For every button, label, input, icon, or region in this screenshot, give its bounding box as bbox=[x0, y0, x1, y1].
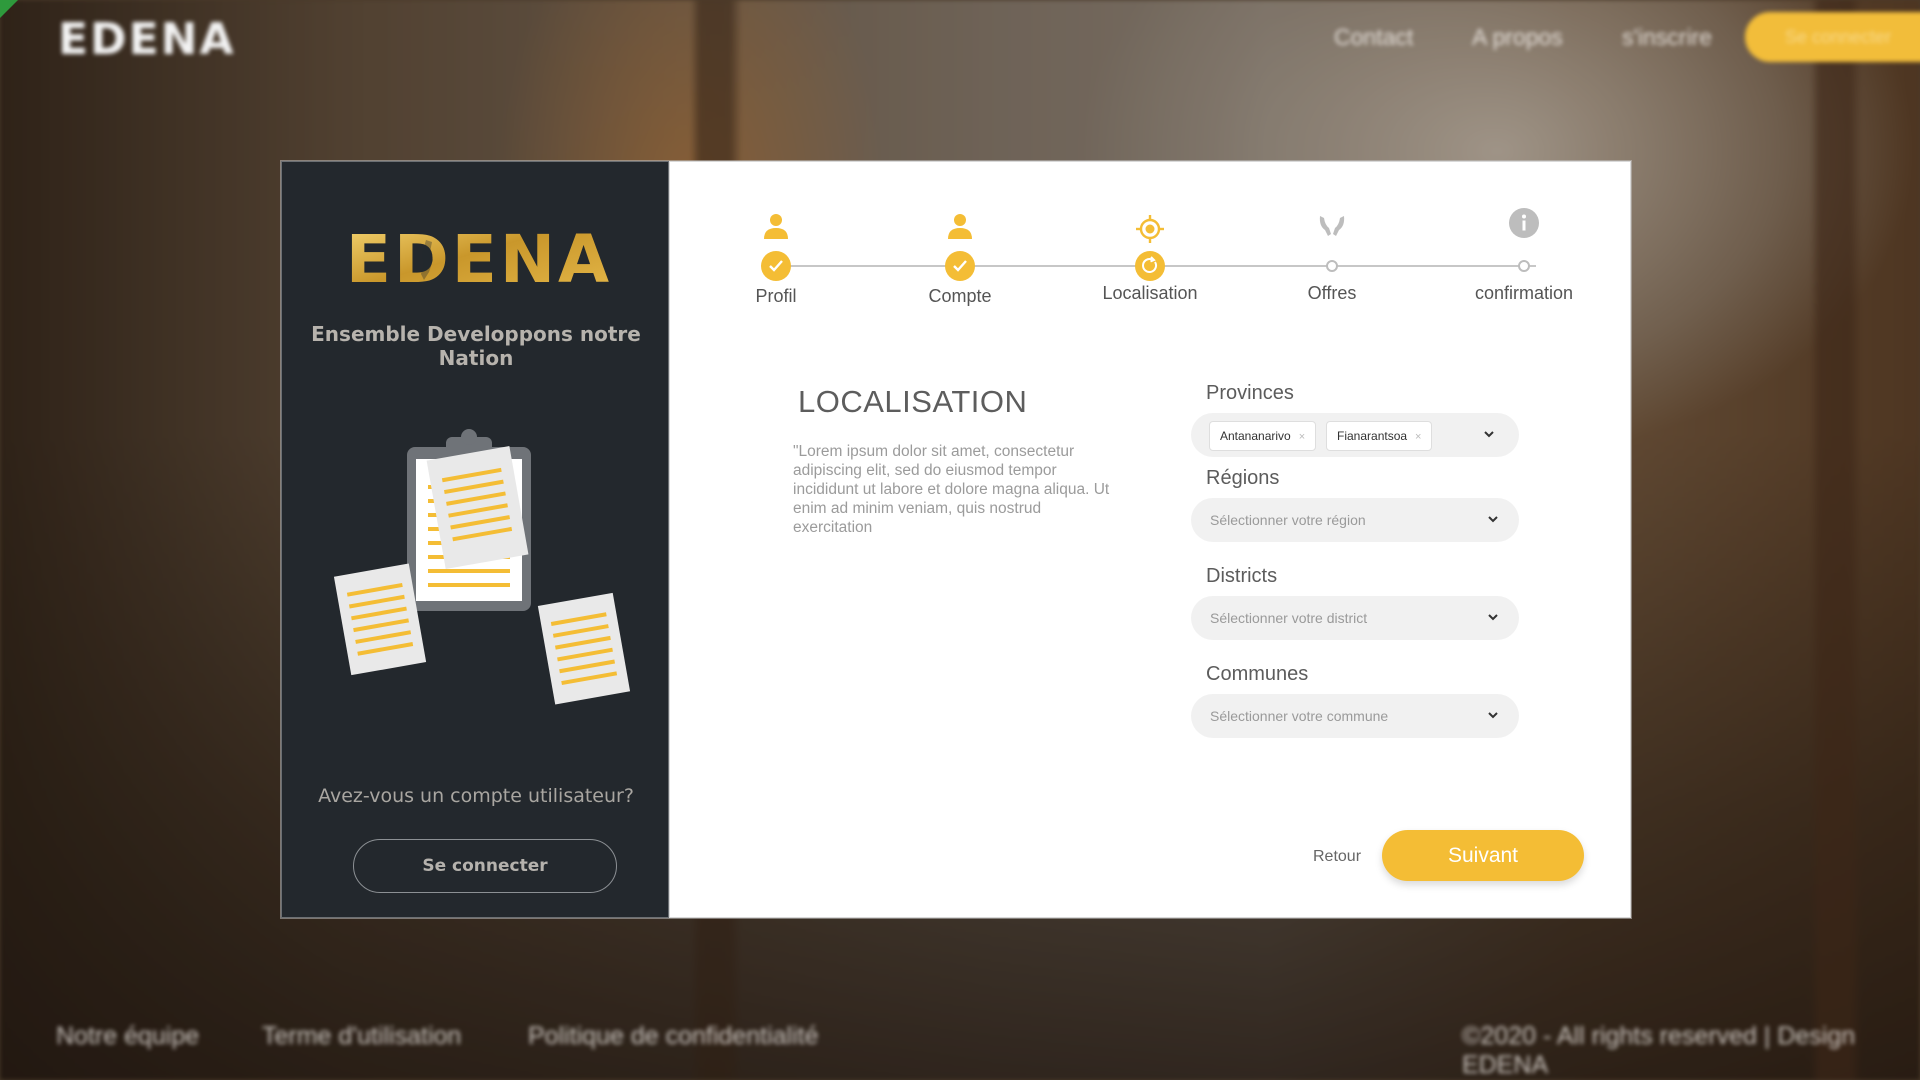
chevron-down-icon[interactable] bbox=[1483, 428, 1495, 440]
info-icon bbox=[1509, 208, 1539, 238]
districts-label: Districts bbox=[1206, 565, 1278, 587]
step-todo-dot bbox=[1326, 260, 1338, 272]
tagline: Ensemble Developpons notre Nation bbox=[311, 322, 641, 370]
background-logo: EDENA bbox=[58, 14, 236, 65]
chevron-down-icon[interactable] bbox=[1487, 709, 1499, 721]
step-label: Offres bbox=[1307, 283, 1357, 303]
location-target-icon bbox=[1136, 215, 1164, 243]
refresh-icon bbox=[1142, 256, 1158, 273]
nav-login-button: Se connecter bbox=[1745, 12, 1920, 62]
regions-select[interactable]: Sélectionner votre région bbox=[1191, 498, 1519, 542]
chevron-down-icon[interactable] bbox=[1487, 611, 1499, 623]
chip-label: Antananarivo bbox=[1220, 429, 1291, 443]
left-panel: EDENA Ensemble Developpons notre Nation bbox=[281, 161, 669, 918]
step-current-dot bbox=[1135, 251, 1165, 281]
background-footer: Notre équipe Terme d'utilisation Politiq… bbox=[0, 1016, 1920, 1079]
edena-logo: EDENA bbox=[346, 228, 612, 290]
svg-text:EDENA: EDENA bbox=[346, 228, 612, 290]
step-label: confirmation bbox=[1474, 283, 1574, 303]
check-icon bbox=[953, 260, 967, 272]
background-navbar: EDENA Contact A propos s'inscrire Se con… bbox=[0, 0, 1920, 74]
hands-icon bbox=[1319, 216, 1345, 236]
login-button[interactable]: Se connecter bbox=[353, 839, 617, 893]
nav-contact: Contact bbox=[1334, 24, 1414, 50]
user-icon bbox=[948, 214, 972, 239]
regions-placeholder: Sélectionner votre région bbox=[1210, 512, 1366, 528]
districts-select[interactable]: Sélectionner votre district bbox=[1191, 596, 1519, 640]
footer-team: Notre équipe bbox=[56, 1022, 200, 1050]
communes-label: Communes bbox=[1206, 663, 1309, 685]
nav-sinscrire: s'inscrire bbox=[1622, 24, 1713, 50]
communes-placeholder: Sélectionner votre commune bbox=[1210, 708, 1389, 724]
districts-placeholder: Sélectionner votre district bbox=[1210, 610, 1368, 626]
registration-modal: EDENA Ensemble Developpons notre Nation bbox=[281, 161, 1631, 918]
section-title: LOCALISATION bbox=[798, 384, 1028, 419]
back-button[interactable]: Retour bbox=[1313, 848, 1361, 866]
step-label: Localisation bbox=[1102, 283, 1198, 303]
footer-terms: Terme d'utilisation bbox=[262, 1022, 462, 1050]
check-icon bbox=[769, 260, 783, 272]
communes-select[interactable]: Sélectionner votre commune bbox=[1191, 694, 1519, 738]
chip-remove-icon[interactable]: × bbox=[1299, 431, 1305, 443]
provinces-label: Provinces bbox=[1206, 382, 1294, 404]
clipboard-illustration bbox=[334, 429, 631, 705]
footer-privacy: Politique de confidentialité bbox=[528, 1022, 819, 1050]
step-todo-dot bbox=[1518, 260, 1530, 272]
province-chip[interactable]: Fianarantsoa × bbox=[1326, 421, 1433, 451]
right-panel: Profil Compte Localisation Offres confir… bbox=[669, 161, 1631, 918]
step-label: Profil bbox=[755, 286, 797, 306]
footer-copyright: ©2020 - All rights reserved | Design EDE… bbox=[1462, 1022, 1856, 1079]
step-done-dot bbox=[945, 251, 975, 281]
chevron-down-icon[interactable] bbox=[1487, 513, 1499, 525]
regions-label: Régions bbox=[1206, 467, 1280, 489]
step-done-dot bbox=[761, 251, 791, 281]
nav-apropos: A propos bbox=[1472, 24, 1563, 50]
chip-remove-icon[interactable]: × bbox=[1415, 431, 1421, 443]
user-icon bbox=[764, 214, 788, 239]
chip-label: Fianarantsoa bbox=[1337, 429, 1408, 443]
province-chip[interactable]: Antananarivo × bbox=[1209, 421, 1317, 451]
next-button[interactable]: Suivant bbox=[1382, 830, 1584, 881]
provinces-select[interactable]: Antananarivo × Fianarantsoa × bbox=[1191, 413, 1519, 457]
step-label: Compte bbox=[928, 286, 992, 306]
section-description: "Lorem ipsum dolor sit amet, consectetur… bbox=[793, 443, 1110, 536]
account-question: Avez-vous un compte utilisateur? bbox=[318, 785, 634, 807]
